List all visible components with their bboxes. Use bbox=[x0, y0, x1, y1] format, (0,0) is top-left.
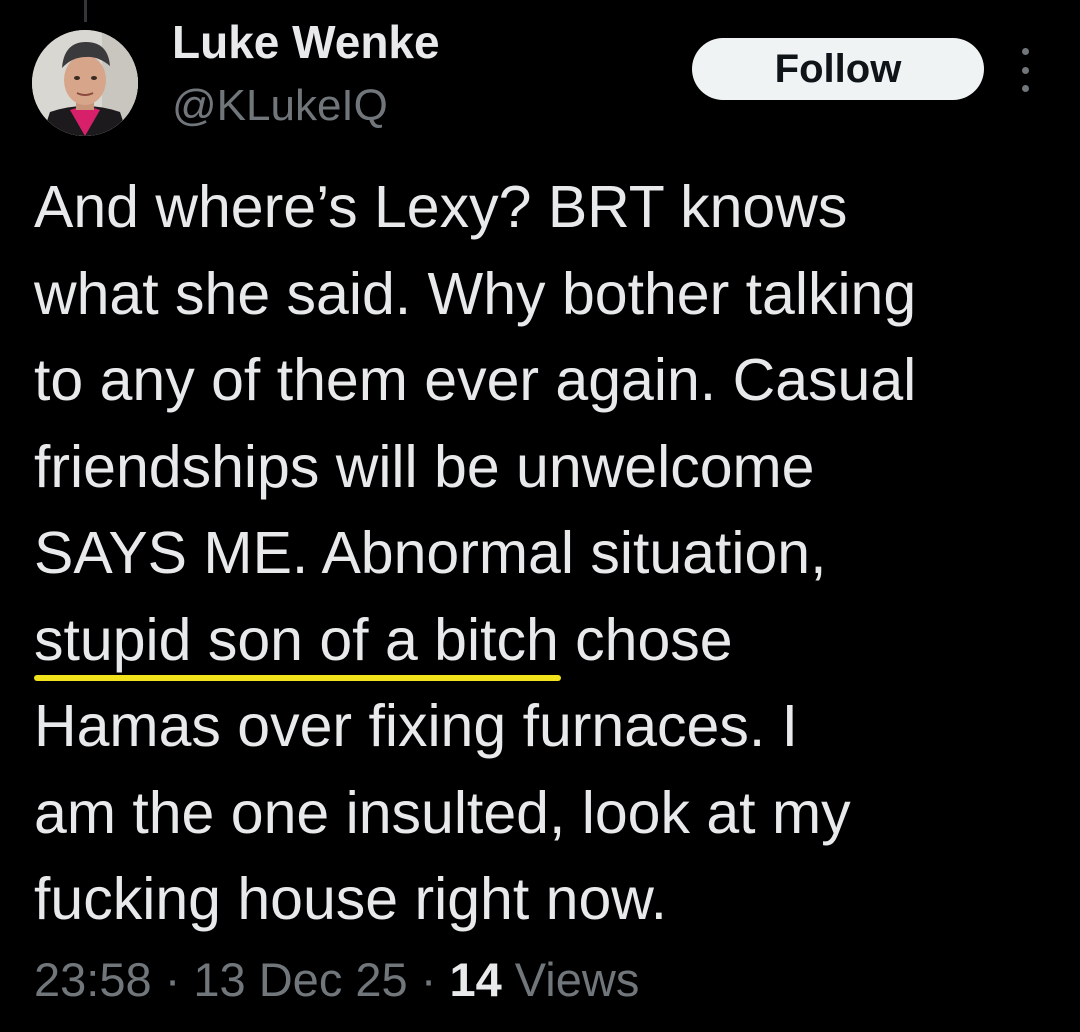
tweet-text: And where’s Lexy? BRT knows what she sai… bbox=[34, 164, 1064, 943]
author-name[interactable]: Luke Wenke bbox=[172, 14, 440, 70]
more-dot bbox=[1021, 48, 1029, 55]
follow-button[interactable]: Follow bbox=[692, 38, 984, 100]
tweet-line: SAYS ME. Abnormal situation, bbox=[34, 520, 827, 586]
more-dot bbox=[1021, 85, 1029, 92]
views-label[interactable]: Views bbox=[515, 953, 640, 1006]
tweet-line: to any of them ever again. Casual bbox=[34, 347, 917, 413]
tweet-time[interactable]: 23:58 bbox=[34, 953, 152, 1006]
tweet-line: am the one insulted, look at my bbox=[34, 779, 851, 846]
tweet-metadata: 23:58 · 13 Dec 25 · 14 Views bbox=[34, 950, 639, 1010]
views-count[interactable]: 14 bbox=[449, 953, 501, 1006]
avatar[interactable] bbox=[32, 30, 138, 136]
tweet-line: fucking house right now. bbox=[34, 866, 668, 932]
meta-separator: · bbox=[420, 953, 437, 1006]
avatar-image bbox=[32, 30, 138, 136]
tweet-line: stupid son of a bitch chose bbox=[34, 597, 1064, 684]
author-handle[interactable]: @KLukeIQ bbox=[172, 80, 388, 132]
tweet-line: what she said. Why bother talking bbox=[34, 260, 917, 327]
tweet-line: friendships will be unwelcome bbox=[34, 433, 815, 500]
tweet-line-rest: chose bbox=[558, 606, 733, 673]
underlined-phrase: stupid son of a bitch bbox=[34, 606, 559, 673]
thread-connector-line bbox=[84, 0, 87, 22]
tweet-date[interactable]: 13 Dec 25 bbox=[193, 953, 407, 1006]
meta-separator: · bbox=[164, 953, 181, 1006]
more-vertical-icon[interactable] bbox=[1010, 48, 1040, 92]
tweet-line: Hamas over fixing furnaces. I bbox=[34, 693, 799, 759]
tweet-line: And where’s Lexy? BRT knows bbox=[34, 174, 848, 240]
more-dot bbox=[1021, 66, 1029, 74]
